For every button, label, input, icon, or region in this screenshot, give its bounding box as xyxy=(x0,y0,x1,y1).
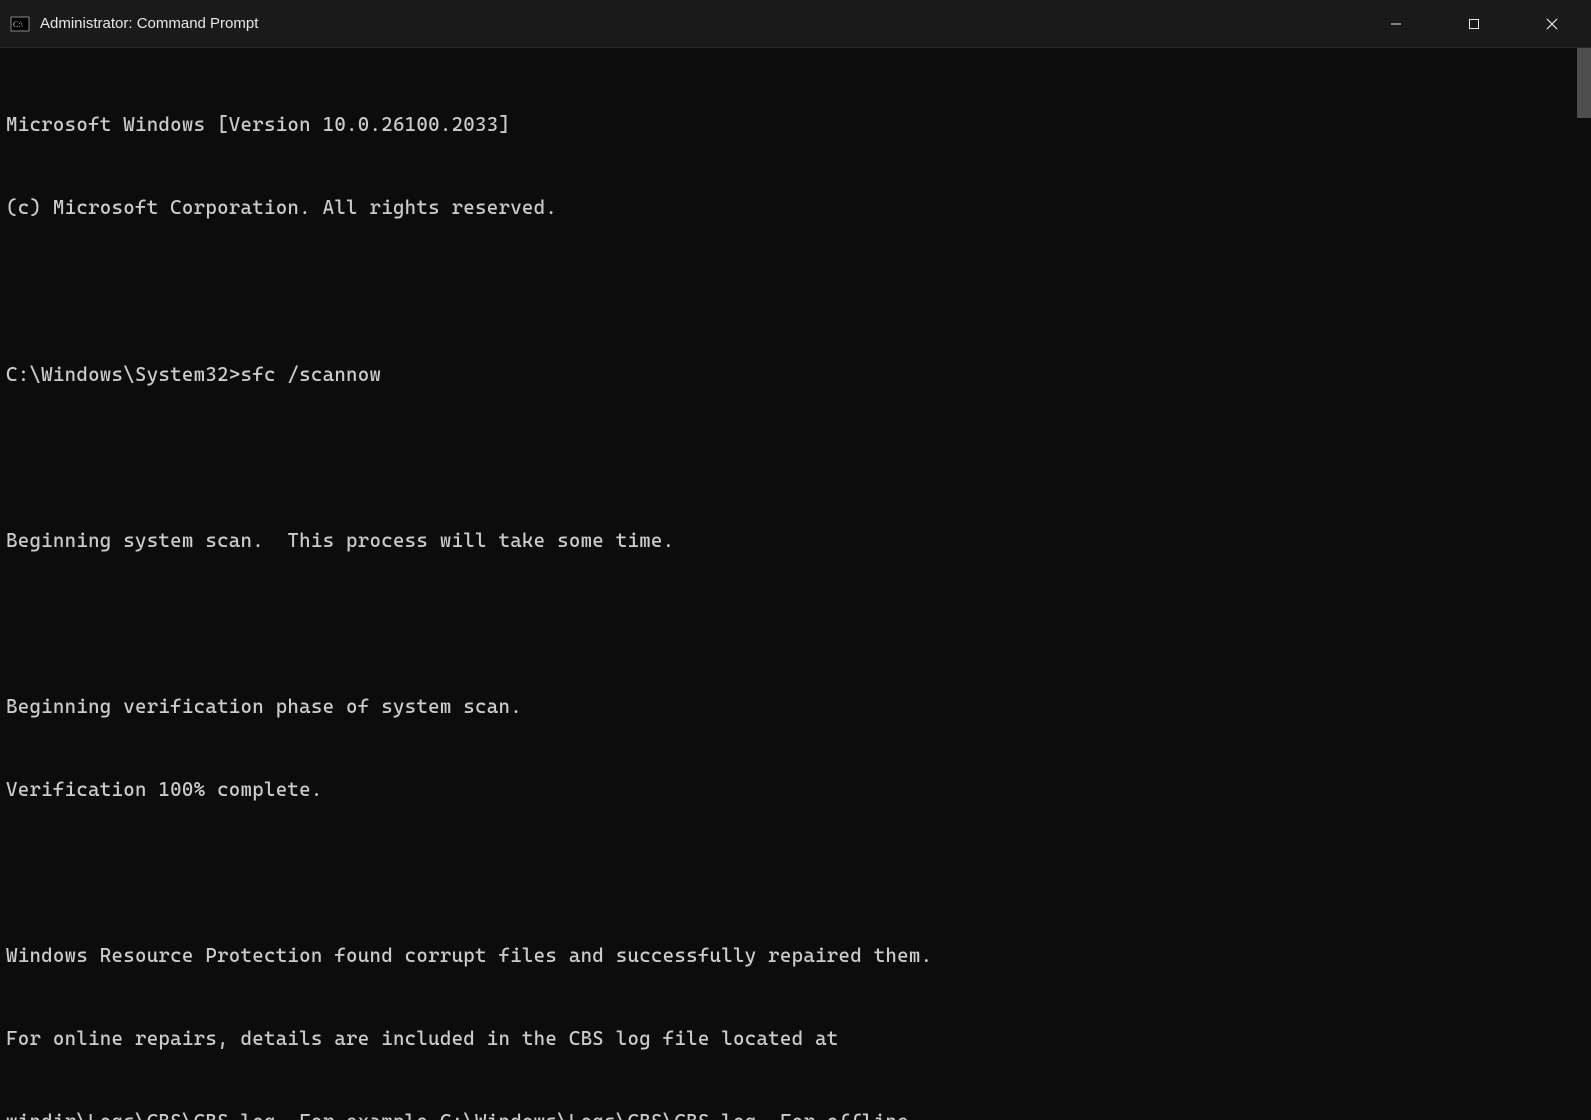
scrollbar-thumb[interactable] xyxy=(1577,48,1591,118)
terminal-line: (c) Microsoft Corporation. All rights re… xyxy=(6,194,1585,222)
terminal-line: Verification 100% complete. xyxy=(6,776,1585,804)
titlebar-left: C:\ Administrator: Command Prompt xyxy=(0,14,258,34)
terminal-line: Windows Resource Protection found corrup… xyxy=(6,942,1585,970)
svg-text:C:\: C:\ xyxy=(13,20,24,29)
terminal-blank xyxy=(6,859,1585,887)
terminal-output[interactable]: Microsoft Windows [Version 10.0.26100.20… xyxy=(0,48,1591,1120)
window-controls xyxy=(1357,0,1591,47)
cmd-icon: C:\ xyxy=(10,14,30,34)
terminal-blank xyxy=(6,278,1585,306)
terminal-line: Beginning verification phase of system s… xyxy=(6,693,1585,721)
terminal-line: For online repairs, details are included… xyxy=(6,1025,1585,1053)
terminal-line: windir\Logs\CBS\CBS.log. For example C:\… xyxy=(6,1108,1585,1120)
titlebar: C:\ Administrator: Command Prompt xyxy=(0,0,1591,48)
terminal-line: Microsoft Windows [Version 10.0.26100.20… xyxy=(6,111,1585,139)
window-title: Administrator: Command Prompt xyxy=(40,15,258,32)
terminal-blank xyxy=(6,610,1585,638)
maximize-button[interactable] xyxy=(1435,0,1513,47)
terminal-line: C:\Windows\System32>sfc /scannow xyxy=(6,361,1585,389)
terminal-blank xyxy=(6,444,1585,472)
terminal-line: Beginning system scan. This process will… xyxy=(6,527,1585,555)
close-button[interactable] xyxy=(1513,0,1591,47)
minimize-button[interactable] xyxy=(1357,0,1435,47)
